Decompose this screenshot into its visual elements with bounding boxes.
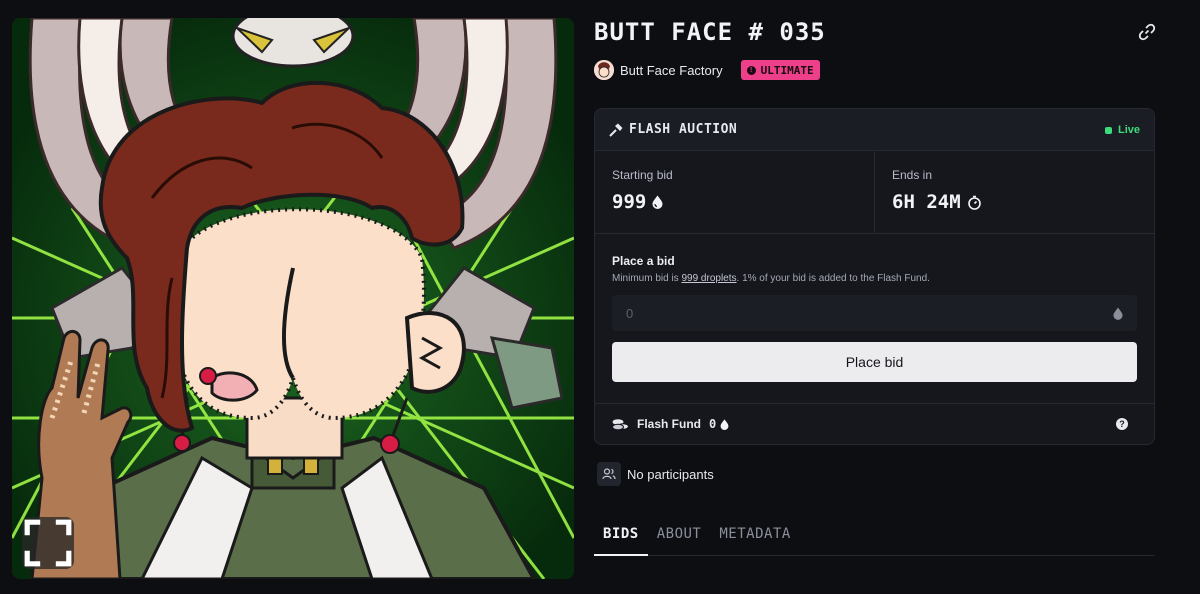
starting-bid-value-row: 999: [612, 191, 857, 213]
tab-about[interactable]: ABOUT: [648, 520, 711, 556]
participants-text: No participants: [627, 466, 714, 482]
bid-input-container: [612, 295, 1137, 331]
bid-amount-input[interactable]: [626, 305, 1113, 321]
live-label: Live: [1117, 124, 1140, 136]
question-icon[interactable]: ?: [1116, 418, 1128, 430]
flash-fund-label: Flash Fund: [637, 417, 701, 431]
link-icon: [1138, 23, 1156, 41]
nft-artwork[interactable]: [12, 18, 574, 579]
live-indicator: [1104, 126, 1112, 134]
participants-row: No participants: [597, 462, 714, 486]
droplet-icon: [720, 418, 729, 430]
flash-fund-value-row: 0: [709, 417, 729, 431]
fullscreen-button[interactable]: [22, 517, 74, 569]
coins-icon: [612, 418, 629, 430]
ends-in: Ends in 6H 24M: [874, 151, 1154, 233]
flash-fund-value: 0: [709, 417, 717, 431]
creator-avatar[interactable]: [594, 60, 614, 80]
rarity-badge: ! ULTIMATE: [740, 60, 820, 80]
starting-bid-label: Starting bid: [612, 168, 673, 182]
nft-title: BUTT FACE # 035: [594, 18, 826, 46]
subtitle-prefix: Minimum bid is: [612, 273, 682, 284]
place-bid-title: Place a bid: [612, 254, 675, 268]
ends-in-value-row: 6H 24M: [892, 191, 1137, 213]
place-bid-button[interactable]: Place bid: [612, 342, 1137, 382]
auction-stats: Starting bid 999 Ends in 6H 24M: [595, 151, 1154, 234]
flash-fund-row: Flash Fund 0 ?: [595, 404, 1154, 444]
detail-tabs: BIDS ABOUT METADATA: [594, 520, 1155, 556]
droplet-icon: [652, 195, 663, 209]
droplet-icon: [1113, 307, 1123, 320]
auction-header: FLASH AUCTION Live: [595, 109, 1154, 151]
place-bid-section: Place a bid Minimum bid is 999 droplets.…: [595, 234, 1154, 404]
live-status: Live: [1104, 109, 1140, 151]
place-bid-subtitle: Minimum bid is 999 droplets. 1% of your …: [612, 273, 1137, 284]
creator-row: Butt Face Factory ! ULTIMATE: [594, 59, 820, 81]
auction-panel: FLASH AUCTION Live Starting bid 999 Ends…: [594, 108, 1155, 445]
starting-bid-value: 999: [612, 191, 647, 213]
starting-bid: Starting bid 999: [595, 151, 874, 233]
creator-name[interactable]: Butt Face Factory: [620, 63, 723, 78]
badge-label: ULTIMATE: [760, 63, 814, 77]
ends-in-label: Ends in: [892, 168, 933, 182]
stopwatch-icon: [967, 195, 981, 210]
gavel-icon: [609, 123, 623, 137]
tab-metadata[interactable]: METADATA: [710, 520, 799, 556]
info-icon: !: [746, 65, 756, 75]
auction-type: FLASH AUCTION: [629, 122, 738, 137]
artwork-illustration: [12, 18, 574, 579]
users-icon: [597, 462, 621, 486]
subtitle-suffix: . 1% of your bid is added to the Flash F…: [736, 273, 930, 284]
expand-icon: [24, 519, 72, 567]
copy-link-button[interactable]: [1137, 22, 1157, 42]
min-bid-link[interactable]: 999 droplets: [681, 273, 736, 284]
ends-in-value: 6H 24M: [892, 191, 961, 213]
tab-bids[interactable]: BIDS: [594, 520, 648, 556]
